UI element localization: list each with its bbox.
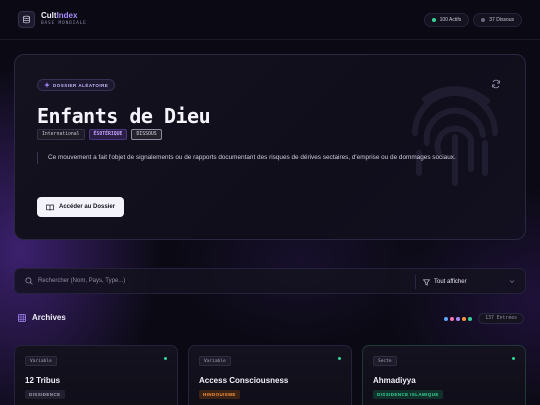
legend-dot bbox=[462, 316, 467, 321]
active-count-badge: 100 Actifs bbox=[423, 12, 470, 27]
brand: CultIndex BASE MONDIALE bbox=[41, 12, 87, 27]
refresh-icon[interactable] bbox=[491, 79, 501, 89]
status-badge: DISSOUS bbox=[131, 129, 162, 140]
archives-meta: 137 Entrées bbox=[444, 313, 524, 324]
filter-select[interactable]: Tout afficher bbox=[423, 269, 467, 295]
legend-dot bbox=[468, 316, 473, 321]
card-category-tag: DISSIDENCE bbox=[25, 390, 65, 399]
scope-badge: International bbox=[37, 129, 85, 140]
grid-icon bbox=[18, 313, 26, 322]
search-icon bbox=[25, 277, 33, 285]
legend-dot bbox=[450, 316, 455, 321]
archives-header: Archives bbox=[18, 313, 66, 322]
entries-count: 137 Entrées bbox=[478, 313, 524, 324]
brand-title-main: Cult bbox=[41, 11, 57, 21]
card-name: Ahmadiyya bbox=[373, 376, 416, 385]
card-status-dot bbox=[338, 357, 341, 360]
legend-dot bbox=[456, 316, 461, 321]
dossier-description: Ce mouvement a fait l'objet de signaleme… bbox=[37, 152, 507, 164]
card-status-dot bbox=[512, 357, 515, 360]
card-type: Secte bbox=[373, 356, 397, 366]
search-bar: Rechercher (Nom, Pays, Type...) Tout aff… bbox=[14, 268, 526, 294]
dissolved-count-label: 37 Dissous bbox=[489, 16, 514, 23]
random-dossier-tag: DOSSIER ALÉATOIRE bbox=[37, 79, 116, 91]
search-divider bbox=[415, 275, 416, 289]
open-dossier-button[interactable]: Accéder au Dossier bbox=[37, 197, 125, 217]
card-status-dot bbox=[164, 357, 167, 360]
card-category-tag: HINDOUISME bbox=[199, 390, 240, 399]
card-name: 12 Tribus bbox=[25, 376, 61, 385]
legend-dot bbox=[444, 316, 449, 321]
filter-icon bbox=[423, 278, 430, 286]
active-count-label: 100 Actifs bbox=[439, 16, 462, 23]
category-legend-dots bbox=[444, 316, 473, 321]
dossier-badges: International ÉSOTÉRIQUE DISSOUS bbox=[37, 129, 162, 140]
archive-card[interactable]: Variable 12 Tribus DISSIDENCE bbox=[14, 345, 178, 405]
category-badge: ÉSOTÉRIQUE bbox=[88, 129, 128, 140]
archives-title: Archives bbox=[32, 313, 66, 322]
dossier-title: Enfants de Dieu bbox=[37, 104, 211, 128]
active-status-dot bbox=[431, 17, 436, 22]
brand-subtitle: BASE MONDIALE bbox=[41, 21, 87, 27]
card-type: Variable bbox=[25, 356, 57, 366]
dissolved-count-badge: 37 Dissous bbox=[473, 12, 522, 27]
database-icon[interactable] bbox=[18, 11, 35, 28]
brand-title-accent: Index bbox=[56, 11, 78, 21]
dissolved-status-dot bbox=[481, 17, 486, 22]
search-input[interactable]: Rechercher (Nom, Pays, Type...) bbox=[38, 278, 125, 284]
card-type: Variable bbox=[199, 356, 231, 366]
filter-label: Tout afficher bbox=[434, 279, 467, 285]
card-category-tag: DISSIDENCE ISLAMIQUE bbox=[373, 390, 443, 399]
random-dossier-tag-label: DOSSIER ALÉATOIRE bbox=[53, 82, 109, 88]
archive-card[interactable]: Variable Access Consciousness HINDOUISME bbox=[188, 345, 352, 405]
brand-title: CultIndex bbox=[41, 12, 87, 20]
fingerprint-icon bbox=[412, 86, 498, 186]
card-name: Access Consciousness bbox=[199, 376, 289, 385]
random-dossier-card: DOSSIER ALÉATOIRE Enfants de Dieu Intern… bbox=[14, 54, 526, 240]
chevron-down-icon[interactable] bbox=[509, 279, 515, 284]
open-dossier-label: Accéder au Dossier bbox=[59, 204, 116, 210]
sparkle-icon bbox=[44, 82, 50, 88]
book-icon bbox=[46, 204, 54, 211]
archive-card[interactable]: Secte Ahmadiyya DISSIDENCE ISLAMIQUE bbox=[362, 345, 526, 405]
top-header: CultIndex BASE MONDIALE 100 Actifs 37 Di… bbox=[0, 0, 540, 40]
